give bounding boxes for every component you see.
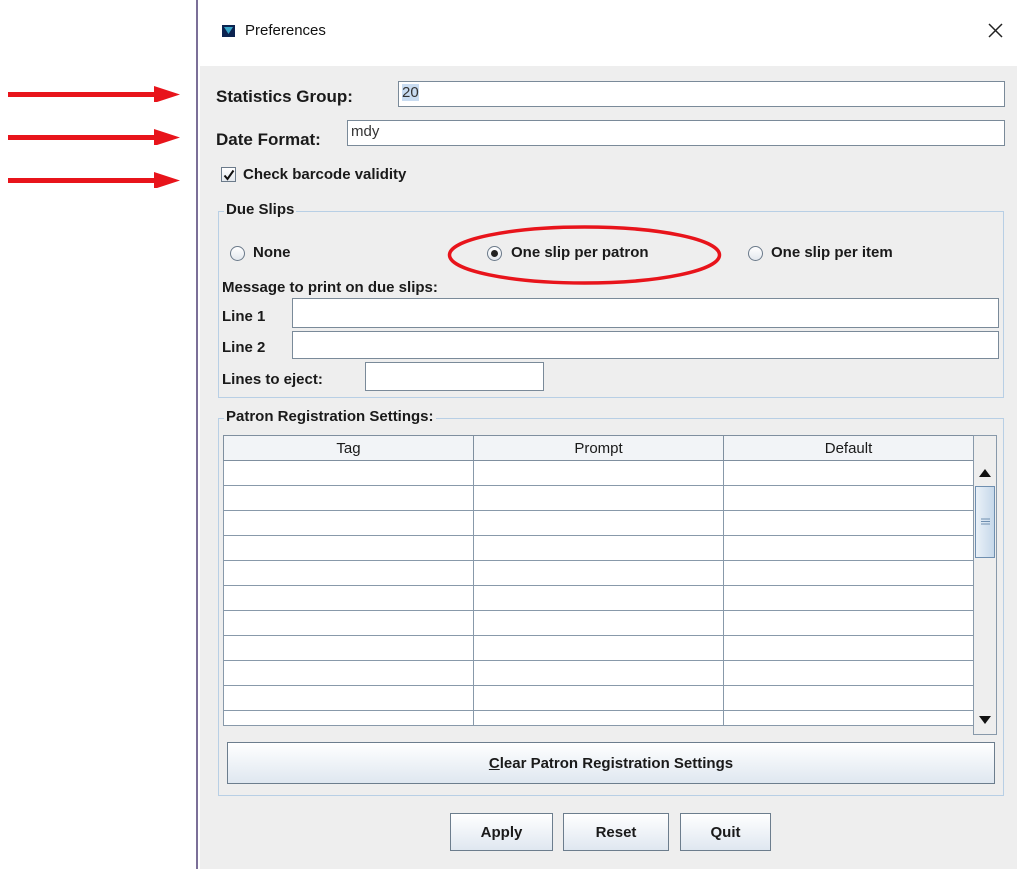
column-header-tag[interactable]: Tag [223,435,474,461]
radio-none[interactable] [230,246,245,261]
table-row[interactable] [223,560,974,586]
table-cell[interactable] [723,585,974,611]
table-cell[interactable] [723,685,974,711]
table-cell[interactable] [473,460,724,486]
java-app-icon [222,25,235,37]
line2-input[interactable] [292,331,999,359]
table-cell[interactable] [723,610,974,636]
radio-none-label: None [253,244,291,261]
table-cell[interactable] [473,535,724,561]
table-row[interactable] [223,485,974,511]
message-label: Message to print on due slips: [222,279,438,296]
column-header-default[interactable]: Default [723,435,974,461]
statistics-group-value: 20 [402,84,419,101]
table-vertical-scrollbar[interactable] [973,435,997,735]
clear-button-mnemonic: C [488,754,500,772]
title-bar[interactable]: Preferences [198,0,1017,64]
statistics-group-label: Statistics Group: [216,87,353,106]
table-cell[interactable] [473,585,724,611]
table-cell[interactable] [473,710,724,726]
table-header-row: Tag Prompt Default [223,435,974,461]
lines-to-eject-input[interactable] [365,362,544,391]
arrow-up-icon[interactable] [979,469,991,477]
table-cell[interactable] [223,535,474,561]
lines-to-eject-label: Lines to eject: [222,371,323,388]
table-cell[interactable] [223,685,474,711]
table-cell[interactable] [473,510,724,536]
table-cell[interactable] [223,710,474,726]
date-format-label: Date Format: [216,130,321,149]
table-row[interactable] [223,585,974,611]
table-cell[interactable] [223,635,474,661]
table-row[interactable] [223,535,974,561]
table-cell[interactable] [723,510,974,536]
table-cell[interactable] [473,660,724,686]
reset-button[interactable]: Reset [563,813,669,851]
table-cell[interactable] [723,635,974,661]
annotation-arrow-icon [8,129,180,145]
patron-registration-legend: Patron Registration Settings: [224,408,436,425]
table-cell[interactable] [223,510,474,536]
date-format-input[interactable]: mdy [347,120,1005,146]
patron-registration-table[interactable]: Tag Prompt Default [223,435,974,726]
table-row[interactable] [223,710,974,726]
table-row[interactable] [223,460,974,486]
table-cell[interactable] [723,485,974,511]
barcode-validity-checkbox[interactable] [221,167,236,182]
annotation-ellipse-icon [447,225,722,285]
arrow-down-icon[interactable] [979,716,991,724]
line2-label: Line 2 [222,339,266,356]
close-icon[interactable] [988,23,1003,38]
statistics-group-input[interactable]: 20 [398,81,1005,107]
table-cell[interactable] [723,560,974,586]
apply-button[interactable]: Apply [450,813,553,851]
line1-label: Line 1 [222,308,266,325]
table-cell[interactable] [473,485,724,511]
column-header-prompt[interactable]: Prompt [473,435,724,461]
window-title: Preferences [245,22,326,39]
annotation-arrow-icon [8,86,180,102]
table-cell[interactable] [723,710,974,726]
table-cell[interactable] [473,685,724,711]
table-cell[interactable] [473,560,724,586]
quit-button[interactable]: Quit [680,813,771,851]
table-cell[interactable] [473,635,724,661]
table-row[interactable] [223,610,974,636]
table-cell[interactable] [723,460,974,486]
table-cell[interactable] [223,660,474,686]
table-row[interactable] [223,510,974,536]
table-cell[interactable] [223,585,474,611]
annotation-arrow-icon [8,172,180,188]
radio-one-slip-per-item-label: One slip per item [771,244,893,261]
table-cell[interactable] [223,560,474,586]
scrollbar-thumb[interactable] [975,486,995,558]
table-cell[interactable] [223,485,474,511]
line1-input[interactable] [292,298,999,328]
clear-button-label: lear Patron Registration Settings [499,754,734,772]
table-cell[interactable] [223,610,474,636]
checkmark-icon [223,169,235,181]
table-cell[interactable] [223,460,474,486]
due-slips-legend: Due Slips [224,201,297,218]
table-cell[interactable] [723,535,974,561]
table-cell[interactable] [723,660,974,686]
scroll-grip-icon [981,518,990,525]
clear-patron-registration-button[interactable]: Clear Patron Registration Settings [227,742,995,784]
radio-one-slip-per-item[interactable] [748,246,763,261]
table-row[interactable] [223,685,974,711]
table-row[interactable] [223,635,974,661]
table-row[interactable] [223,660,974,686]
barcode-validity-label: Check barcode validity [243,166,407,183]
table-cell[interactable] [473,610,724,636]
date-format-value: mdy [351,123,380,140]
